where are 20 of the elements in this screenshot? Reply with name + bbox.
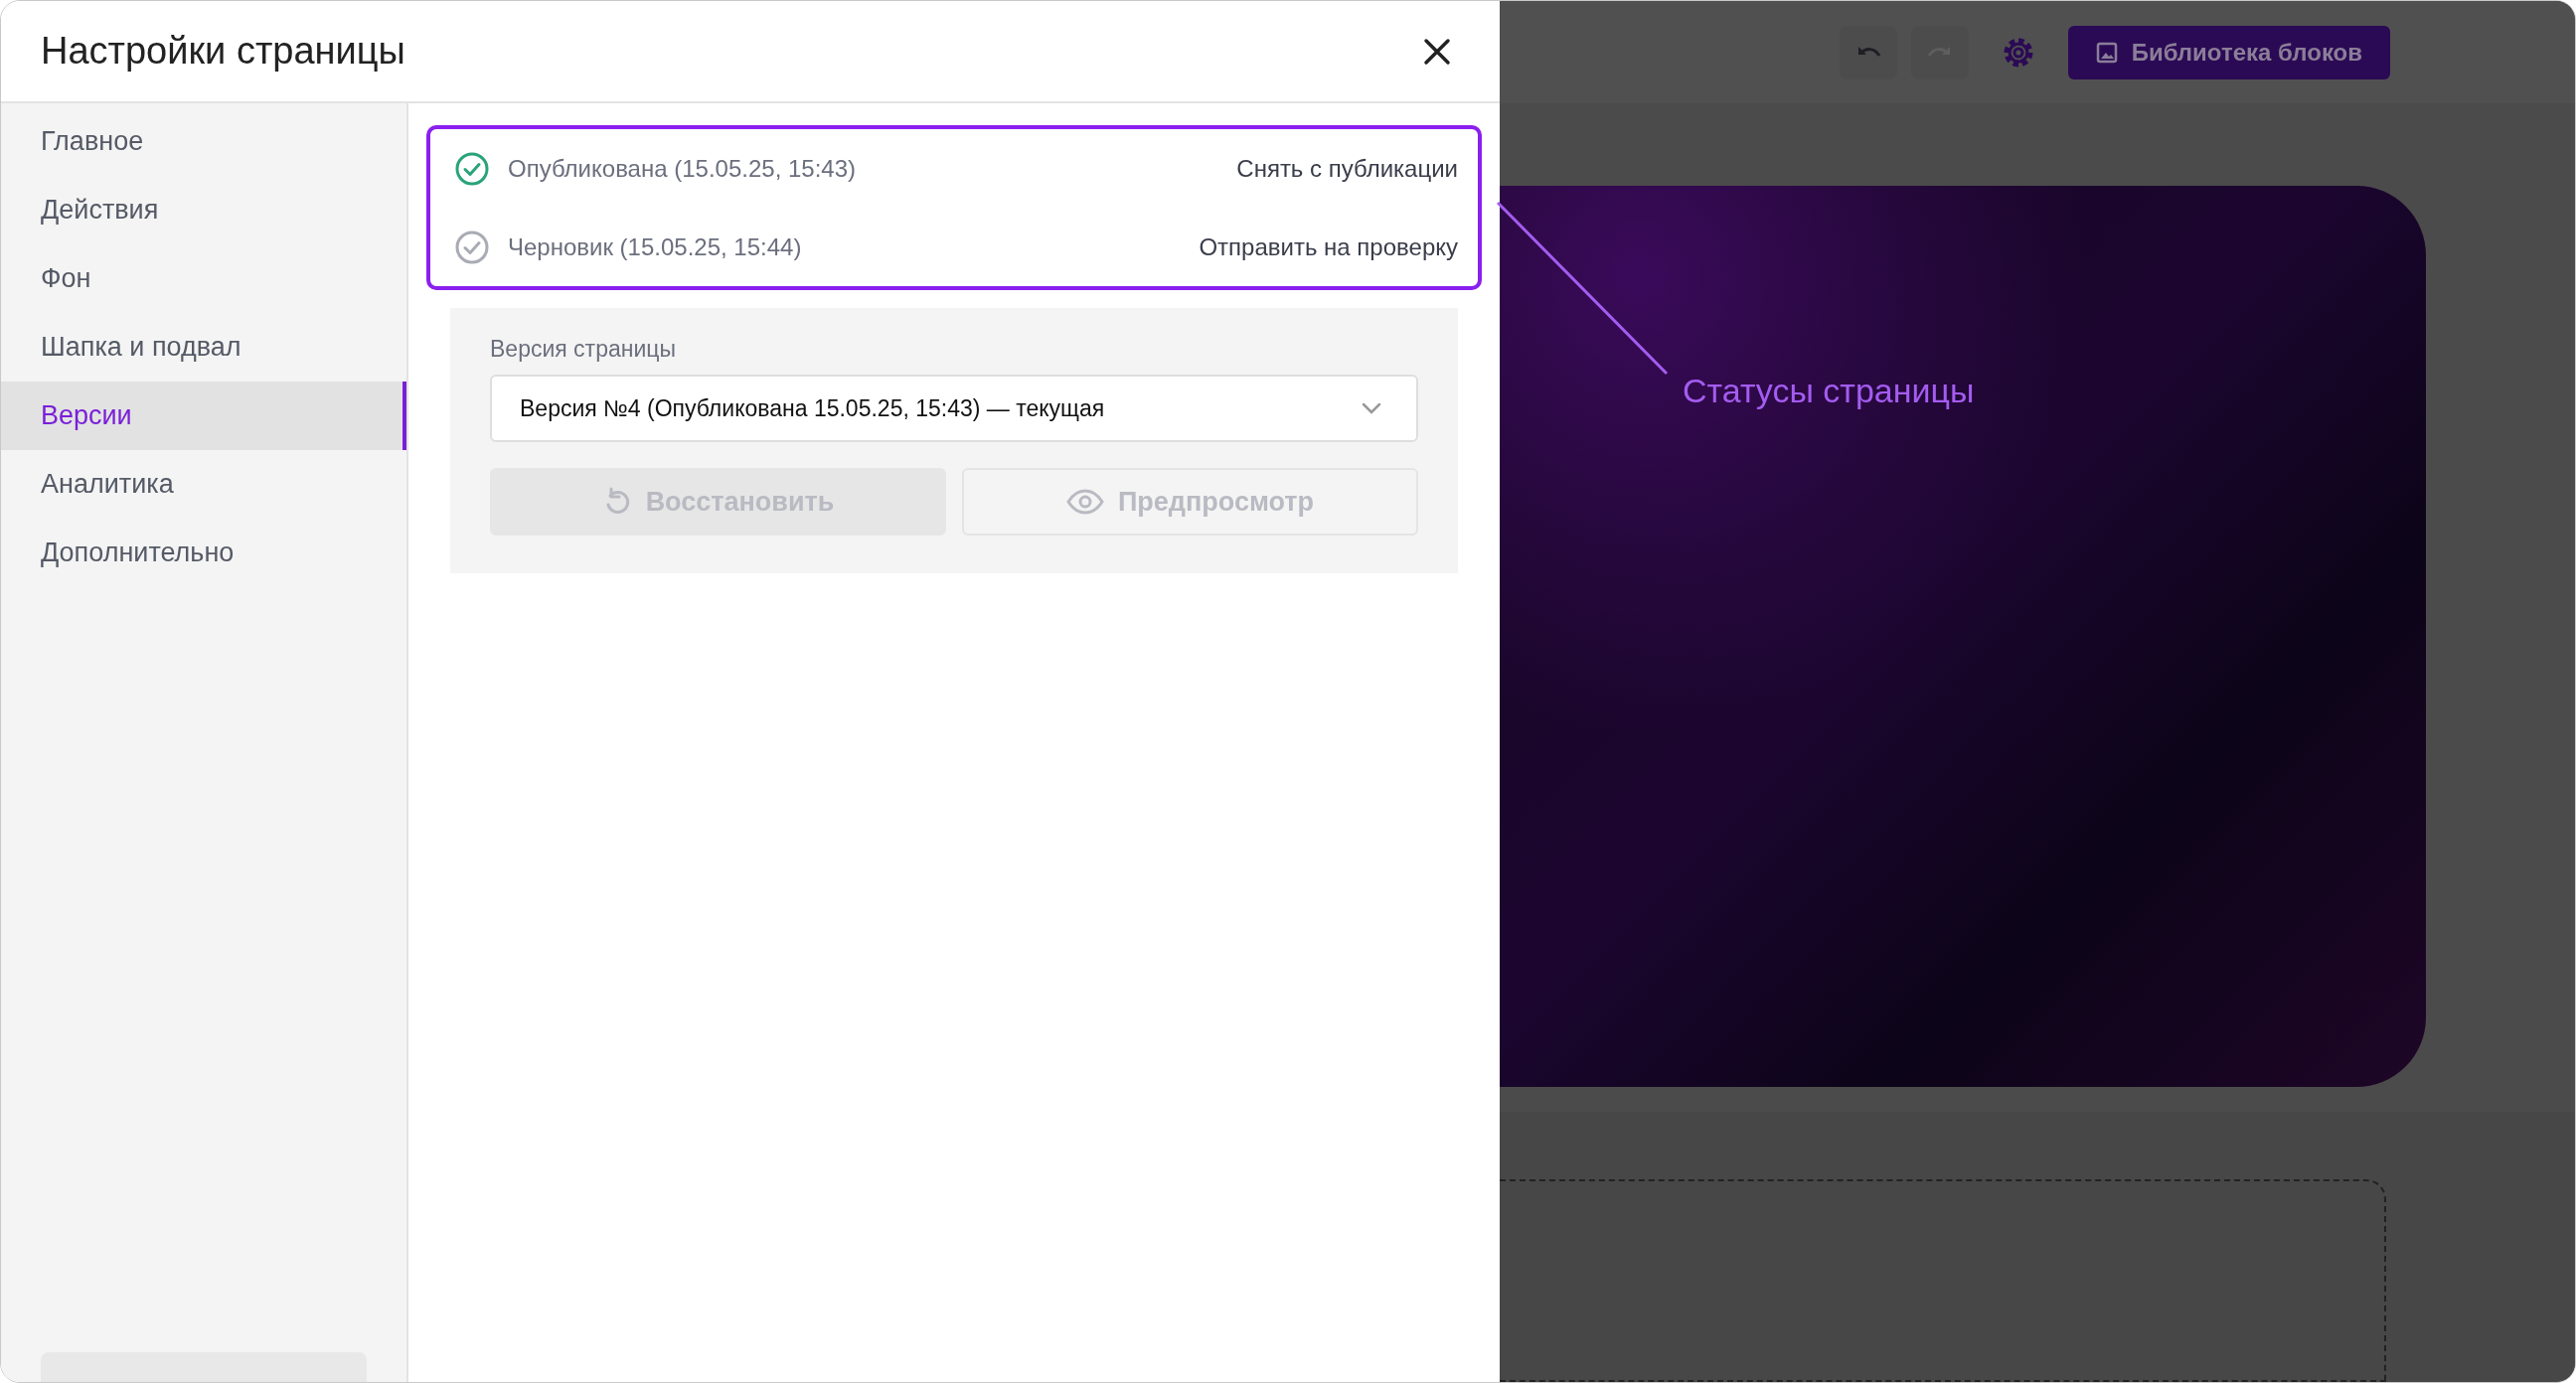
block-library-button[interactable]: Библиотека блоков (2067, 25, 2390, 79)
image-icon (2095, 41, 2118, 64)
sidebar-item[interactable]: Главное (1, 107, 406, 176)
sidebar-item[interactable]: Действия (1, 176, 406, 244)
status-text: Черновик (15.05.25, 15:44) (508, 232, 803, 261)
status-action-link[interactable]: Отправить на проверку (1199, 232, 1458, 261)
undo-button[interactable] (1839, 25, 1897, 79)
sidebar-item[interactable]: Фон (1, 244, 406, 313)
field-label: Версия страницы (490, 336, 677, 363)
status-action-link[interactable]: Снять с публикации (1236, 154, 1458, 183)
sidebar-item[interactable]: Аналитика (1, 450, 406, 519)
eye-icon (1065, 489, 1104, 515)
sidebar-item[interactable]: Дополнительно (1, 519, 406, 587)
annotation-label: Статусы страницы (1683, 372, 1975, 411)
status-text: Опубликована (15.05.25, 15:43) (508, 154, 858, 183)
sidebar-item[interactable]: Шапка и подвал (1, 313, 406, 382)
chevron-down-icon (1361, 401, 1382, 415)
version-select[interactable]: Версия №4 (Опубликована 15.05.25, 15:43) — текущая (490, 375, 1418, 442)
dialog-title: Настройки страницы (41, 30, 405, 73)
sidebar-item[interactable]: Версии (1, 382, 406, 450)
